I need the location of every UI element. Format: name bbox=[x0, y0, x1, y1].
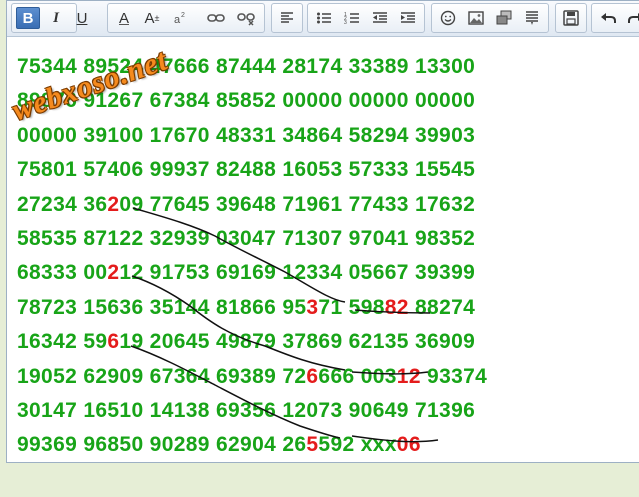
highlighted-digits: 2 bbox=[107, 192, 120, 216]
indent-icon[interactable] bbox=[396, 7, 420, 29]
align-left-icon[interactable] bbox=[275, 7, 299, 29]
number-text: 19052 62909 67364 69389 72 bbox=[17, 364, 307, 388]
number-line: 58535 87122 32939 03047 71307 97041 9835… bbox=[17, 222, 637, 256]
text-style-group: B I U bbox=[11, 3, 87, 33]
numbered-list-icon[interactable]: 123 bbox=[340, 7, 364, 29]
insert-group bbox=[431, 3, 549, 33]
number-text: 09 77645 39648 71961 77433 17632 bbox=[119, 192, 476, 216]
number-text: 592 xxx bbox=[318, 433, 397, 457]
highlighted-digits: 12 bbox=[396, 364, 421, 388]
number-text: 00000 39100 17670 48331 34864 58294 3990… bbox=[17, 123, 476, 147]
number-text: 75344 89524 47666 87444 28174 33389 1330… bbox=[17, 55, 476, 78]
link-icon[interactable] bbox=[204, 7, 228, 29]
number-line: 75801 57406 99937 82488 16053 57333 1554… bbox=[17, 153, 637, 187]
page-break-icon[interactable] bbox=[520, 7, 544, 29]
editor-panel: B I U A A ± a2 1 2 3 75344 89524 47666 8… bbox=[6, 0, 639, 463]
number-text: 88274 bbox=[408, 295, 476, 319]
redo-icon[interactable] bbox=[624, 7, 639, 29]
number-text: 93374 bbox=[420, 364, 488, 388]
save-icon[interactable] bbox=[559, 7, 583, 29]
save-group bbox=[555, 3, 587, 33]
number-text: 12 91753 69169 12334 05667 39399 bbox=[119, 261, 476, 285]
underline-button[interactable]: U bbox=[70, 7, 94, 29]
svg-text:a: a bbox=[174, 14, 181, 26]
highlighted-digits: 82 bbox=[384, 295, 409, 319]
number-text: 16342 59 bbox=[17, 330, 108, 354]
number-line: 68333 00212 91753 69169 12334 05667 3939… bbox=[17, 256, 637, 290]
number-text: 27234 36 bbox=[17, 192, 108, 216]
gallery-icon[interactable] bbox=[492, 7, 516, 29]
bold-button[interactable]: B bbox=[16, 7, 40, 29]
number-text: 75801 57406 99937 82488 16053 57333 1554… bbox=[17, 158, 476, 182]
image-icon[interactable] bbox=[464, 7, 488, 29]
number-text: 71 598 bbox=[318, 295, 385, 319]
list-group: 123 bbox=[307, 3, 425, 33]
sup-icon[interactable]: a2 bbox=[168, 7, 192, 29]
history-group bbox=[591, 3, 639, 33]
italic-button[interactable]: I bbox=[44, 7, 68, 29]
font-link-group: A A ± a2 bbox=[107, 3, 265, 33]
svg-text:3: 3 bbox=[344, 20, 347, 25]
number-text: 30147 16510 14138 69356 12073 90649 7139… bbox=[17, 398, 476, 422]
number-line: 00000 39100 17670 48331 34864 58294 3990… bbox=[17, 119, 637, 153]
font-size-sup: ± bbox=[154, 13, 160, 23]
font-color-button[interactable]: A bbox=[112, 7, 136, 29]
highlighted-digits: 6 bbox=[107, 330, 120, 354]
highlighted-digits: 06 bbox=[396, 433, 421, 457]
number-text: 89876 91267 67384 85852 00000 00000 0000… bbox=[17, 89, 476, 113]
number-text: 78723 15636 35144 81866 95 bbox=[17, 295, 307, 319]
undo-icon[interactable] bbox=[596, 7, 620, 29]
font-size-label: A bbox=[144, 9, 155, 27]
outdent-icon[interactable] bbox=[368, 7, 392, 29]
number-line: 27234 36209 77645 39648 71961 77433 1763… bbox=[17, 188, 637, 222]
number-text: 19 20645 49879 37869 62135 36909 bbox=[119, 330, 476, 354]
bullet-list-icon[interactable] bbox=[312, 7, 336, 29]
highlighted-digits: 6 bbox=[306, 364, 319, 388]
number-line: 78723 15636 35144 81866 95371 59882 8827… bbox=[17, 291, 637, 325]
highlighted-digits: 2 bbox=[107, 261, 120, 285]
highlighted-digits: 3 bbox=[306, 295, 319, 319]
number-line: 19052 62909 67364 69389 726666 00312 933… bbox=[17, 360, 637, 394]
editor-toolbar: B I U A A ± a2 1 2 3 bbox=[7, 1, 639, 37]
number-text: 68333 00 bbox=[17, 261, 108, 285]
emoticon-icon[interactable] bbox=[436, 7, 460, 29]
number-text: 58535 87122 32939 03047 71307 97041 9835… bbox=[17, 226, 476, 250]
editor-content[interactable]: 75344 89524 47666 87444 28174 33389 1330… bbox=[17, 50, 637, 463]
number-line: 30147 16510 14138 69356 12073 90649 7139… bbox=[17, 394, 637, 428]
number-lines: 75344 89524 47666 87444 28174 33389 1330… bbox=[17, 50, 637, 463]
number-line: 89876 91267 67384 85852 00000 00000 0000… bbox=[17, 84, 637, 118]
number-text: 99369 96850 90289 62904 26 bbox=[17, 433, 307, 457]
highlighted-digits: 5 bbox=[306, 433, 319, 457]
font-size-button[interactable]: A ± bbox=[140, 7, 164, 29]
number-line: 99369 96850 90289 62904 265592 xxx06 bbox=[17, 428, 637, 462]
number-line: 16342 59619 20645 49879 37869 62135 3690… bbox=[17, 325, 637, 359]
svg-text:2: 2 bbox=[181, 12, 185, 19]
number-text: 666 003 bbox=[318, 364, 397, 388]
number-line: 75344 89524 47666 87444 28174 33389 1330… bbox=[17, 50, 637, 84]
align-group bbox=[271, 3, 303, 33]
unlink-icon[interactable] bbox=[234, 7, 258, 29]
